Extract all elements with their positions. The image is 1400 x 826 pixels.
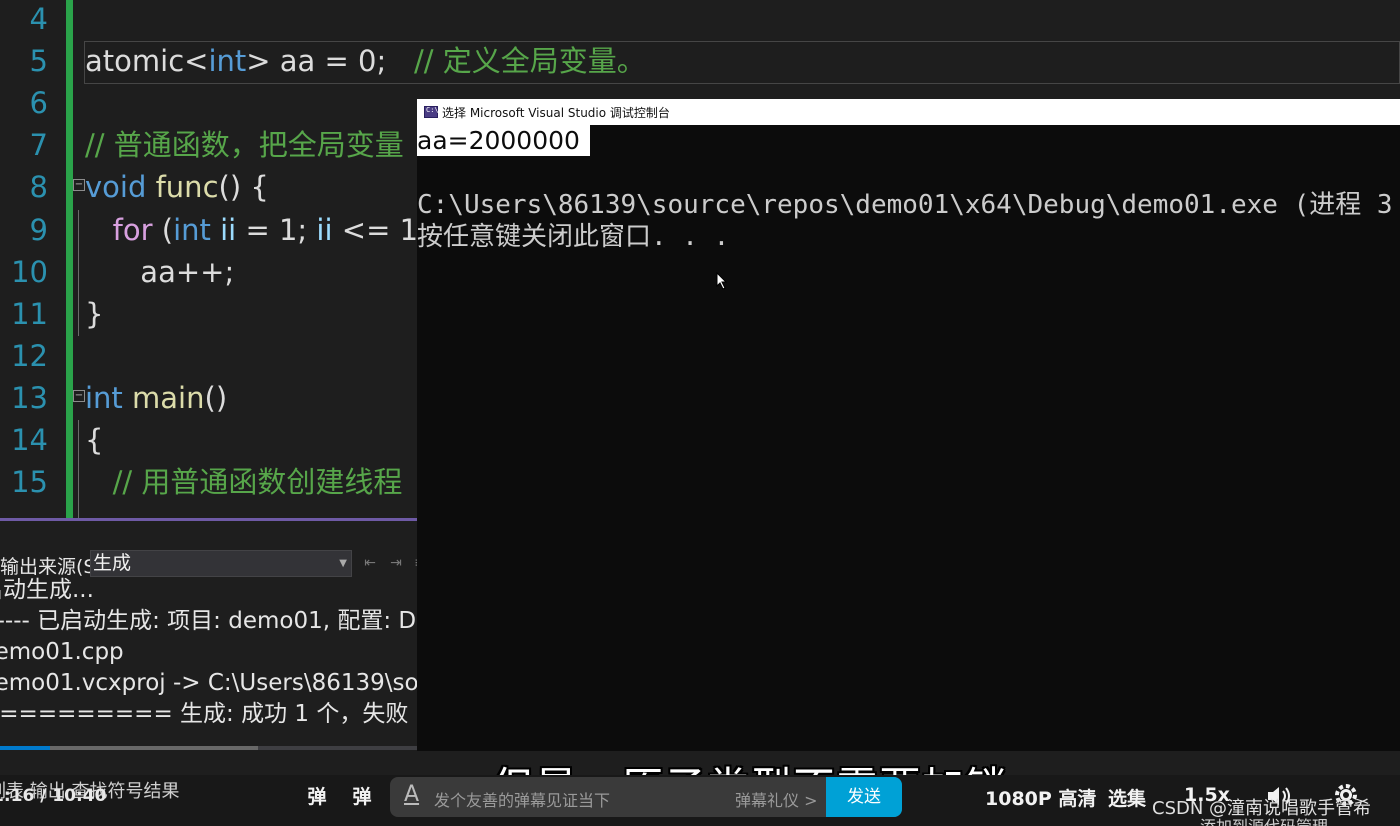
code-text: int main() [85,377,227,419]
output-pane-border [0,518,417,521]
line-number: 11 [11,296,48,331]
line-number: 15 [11,465,48,500]
output-line: demo01.vcxproj -> C:\Users\86139\sou [0,670,417,696]
output-line: ========== 生成: 成功 1 个，失败 0 个 [0,701,417,727]
next-message-icon[interactable]: ⇥ [386,553,406,573]
output-line: 启动生成... [0,577,94,603]
fold-toggle-icon[interactable]: − [73,179,85,192]
console-line: C:\Users\86139\source\repos\demo01\x64\D… [417,190,1393,220]
clear-output-icon[interactable]: ≡ [410,553,417,573]
code-token: > aa = 0; [246,44,414,79]
output-source-select[interactable]: 生成 ▼ [90,550,352,577]
console-title-bar[interactable]: 选择 Microsoft Visual Studio 调试控制台 [417,99,1400,125]
code-token: () [204,380,228,415]
code-token: // 用普通函数创建线程 [112,465,403,500]
line-number: 12 [11,338,48,373]
danmaku-input-box[interactable]: A 发个友善的弹幕见证当下 弹幕礼仪 > 发送 [390,777,902,817]
code-text: // 用普通函数创建线程 [85,461,403,503]
danmaku-etiquette-link[interactable]: 弹幕礼仪 > [735,787,818,811]
code-text: for (int ii = 1; ii <= 1 [85,209,418,251]
send-danmaku-button[interactable]: 发送 [826,777,902,817]
line-number: 6 [29,86,48,121]
code-token: < [184,44,209,79]
code-text: aa++; [85,251,234,293]
code-token: // 普通函数，把全局变量 [85,128,404,163]
line-number: 10 [11,254,48,289]
code-token: aa++; [85,254,235,289]
code-text: void func() { [85,166,269,208]
line-number: 14 [11,423,48,457]
line-number: 4 [29,2,48,36]
debug-console-window[interactable]: 选择 Microsoft Visual Studio 调试控制台 aa=2000… [417,99,1400,751]
console-app-icon [424,106,439,118]
fold-toggle-icon[interactable]: − [73,389,85,402]
code-token: ( [152,212,174,247]
code-token: } [85,296,104,331]
console-selected-text[interactable]: aa=2000000 [417,125,590,156]
output-source-value: 生成 [93,552,132,574]
code-token: ii [220,212,237,247]
line-number: 8 [29,170,48,205]
code-text: atomic<int> aa = 0; // 定义全局变量。 [85,40,646,82]
output-line: demo01.cpp [0,639,124,665]
code-text: } [85,293,103,335]
episodes-button[interactable]: 选集 [1108,784,1146,811]
code-token: atomic [85,44,185,79]
console-line: 按任意键关闭此窗口. . . [417,222,730,252]
code-token: int [85,380,123,415]
output-line: ------ 已启动生成: 项目: demo01, 配置: D [0,608,417,634]
line-number: 9 [29,212,48,247]
code-token: int [173,212,211,247]
line-number: 7 [29,128,48,163]
horizontal-scrollbar[interactable] [0,746,417,750]
scrollbar-thumb[interactable] [50,746,258,750]
output-toolbar: 输出来源(S): 生成 ▼ ⇤ ⇥ ≡ [0,550,417,578]
code-token: main [132,380,205,415]
code-token: { [85,423,104,457]
danmaku-style-icon[interactable]: A [404,782,419,807]
danmaku-input[interactable]: 发个友善的弹幕见证当下 [434,787,610,811]
danmaku-toggle-icon[interactable]: 弹 [303,783,331,811]
code-token: = 1; [236,212,317,247]
quality-selector[interactable]: 1080P 高清 [985,784,1096,811]
chevron-down-icon: ▼ [339,558,347,569]
playback-time: 1:16 / 10:40 [0,786,107,806]
output-pane[interactable]: 输出来源(S): 生成 ▼ ⇤ ⇥ ≡ 启动生成... ------ 已启动生成… [0,518,417,775]
code-token: for [112,212,153,247]
code-text: { [85,419,103,461]
video-player-controls: 列表 输出 查找符号结果 1:16 / 10:40 弹 弹 A 发个友善的弹幕见… [0,775,1400,826]
scrollbar-progress [0,746,50,750]
code-token: int [208,44,247,79]
code-token: // 定义全局变量。 [413,44,646,79]
code-token: void [85,170,147,205]
code-token: () { [218,170,269,205]
go-to-message-icon[interactable]: ⇤ [360,553,380,573]
code-token: ii [316,212,333,247]
code-line[interactable]: 4 [0,0,1400,40]
mouse-pointer-icon [716,272,728,290]
code-line[interactable]: 5 atomic<int> aa = 0; // 定义全局变量。 [0,40,1400,82]
danmaku-settings-icon[interactable]: 弹 [348,783,376,811]
console-title: 选择 Microsoft Visual Studio 调试控制台 [442,106,670,120]
line-number: 13 [11,380,48,415]
line-number: 5 [29,44,48,79]
code-token: <= 1 [332,212,419,247]
code-token: func [155,170,219,205]
code-text: // 普通函数，把全局变量 [85,124,404,166]
source-control-status[interactable]: 添加到源代码管理 [1200,813,1328,826]
